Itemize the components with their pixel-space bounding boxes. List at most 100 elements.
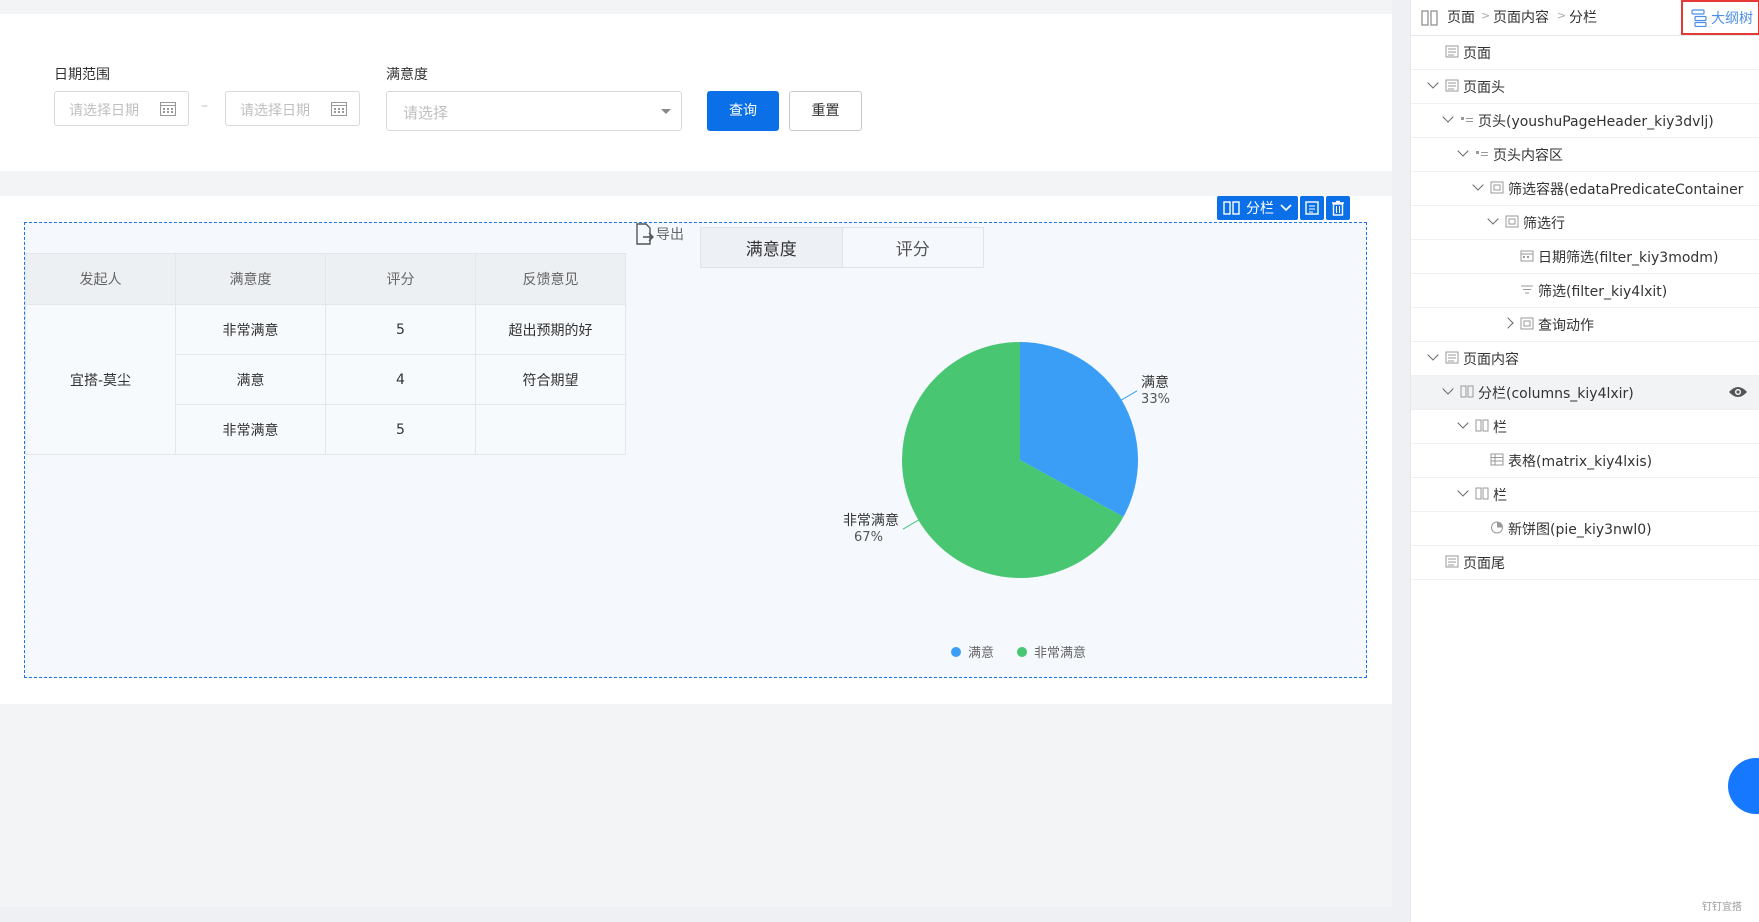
outline-panel: 页面 > 页面内容 > 分栏 大纲树 页面 页面头 页头(youshuPageHea… [1410, 0, 1759, 922]
chevron-down-icon[interactable] [1457, 485, 1469, 497]
reset-button[interactable]: 重置 [789, 91, 862, 131]
tab-satisfaction[interactable]: 满意度 [701, 228, 842, 267]
copy-button[interactable] [1300, 196, 1324, 220]
outline-node[interactable]: 页面 [1411, 36, 1759, 70]
pie-icon [1491, 521, 1503, 534]
columns-icon [1421, 10, 1438, 26]
trash-icon [1332, 200, 1344, 216]
legend-marker[interactable] [951, 647, 961, 657]
satisfaction-select[interactable]: 请选择 [386, 91, 682, 131]
container-icon [1505, 215, 1519, 228]
tab-score[interactable]: 评分 [841, 228, 984, 267]
outline-node[interactable]: 新饼图(pie_kiy3nwl0) [1411, 512, 1759, 546]
chevron-down-icon[interactable] [1427, 77, 1439, 89]
chevron-down-icon[interactable] [1457, 417, 1469, 429]
outline-node[interactable]: 筛选行 [1411, 206, 1759, 240]
outline-tree-button[interactable]: 大纲树 [1681, 0, 1759, 35]
outline-node-label: 分栏(columns_kiy4lxir) [1478, 386, 1634, 402]
legend-marker[interactable] [1017, 647, 1027, 657]
chevron-down-icon[interactable] [1442, 111, 1454, 123]
outline-node[interactable]: 筛选容器(edataPredicateContainer [1411, 172, 1759, 206]
outline-node[interactable]: 日期筛选(filter_kiy3modm) [1411, 240, 1759, 274]
watermark: 钉钉宜搭 [1702, 902, 1742, 913]
page-icon [1445, 555, 1459, 568]
chevron-down-icon[interactable] [1472, 179, 1484, 191]
outline-node-label: 页面头 [1463, 80, 1505, 96]
query-button[interactable]: 查询 [707, 91, 779, 131]
outline-node[interactable]: 查询动作 [1411, 308, 1759, 342]
columns-icon [1223, 201, 1240, 215]
matrix-table: 发起人 满意度 评分 反馈意见 宜搭-莫尘 非常满意 5 超出预期的好 满意 4… [25, 253, 626, 455]
table-header: 反馈意见 [475, 253, 626, 305]
table-header: 发起人 [25, 253, 176, 305]
chevron-down-icon[interactable] [1442, 383, 1454, 395]
outline-node-label: 日期筛选(filter_kiy3modm) [1538, 250, 1719, 266]
chevron-down-icon[interactable] [1487, 213, 1499, 225]
columns-toolbar-label: 分栏 [1246, 201, 1274, 217]
chart-tabs: 满意度 评分 [700, 227, 984, 268]
export-icon [636, 223, 654, 245]
delete-button[interactable] [1326, 196, 1350, 220]
table-cell [475, 404, 626, 455]
outline-node-label: 筛选行 [1523, 216, 1565, 232]
export-button[interactable]: 导出 [634, 223, 684, 245]
breadcrumb-item-page-content[interactable]: 页面内容 [1493, 7, 1549, 27]
outline-node-label: 表格(matrix_kiy4lxis) [1508, 454, 1653, 470]
start-date-input[interactable]: 请选择日期 [54, 91, 189, 126]
pie-percent-label: 33% [1141, 392, 1170, 407]
outline-node[interactable]: 页头(youshuPageHeader_kiy3dvlj) [1411, 104, 1759, 138]
pie-label: 满意 [1141, 374, 1169, 391]
outline-node[interactable]: 页面内容 [1411, 342, 1759, 376]
calendar-icon [160, 102, 176, 116]
table-cell: 非常满意 [175, 404, 326, 455]
outline-node[interactable]: 页头内容区 [1411, 138, 1759, 172]
caret-down-icon [661, 109, 671, 114]
eye-icon[interactable] [1728, 385, 1748, 399]
columns-selector-button[interactable]: 分栏 [1217, 196, 1298, 220]
breadcrumb-item-page[interactable]: 页面 [1447, 7, 1475, 27]
outline-node[interactable]: 栏 [1411, 410, 1759, 444]
outline-node[interactable]: 页面尾 [1411, 546, 1759, 580]
outline-node[interactable]: 表格(matrix_kiy4lxis) [1411, 444, 1759, 478]
table-cell: 符合期望 [475, 354, 626, 405]
table-header: 评分 [325, 253, 476, 305]
outline-node-label: 页面内容 [1463, 352, 1519, 368]
outline-node-label: 筛选容器(edataPredicateContainer [1508, 182, 1744, 198]
outline-node[interactable]: 筛选(filter_kiy4lxit) [1411, 274, 1759, 308]
columns-icon [1475, 487, 1489, 500]
export-label: 导出 [656, 227, 684, 243]
chevron-down-icon[interactable] [1457, 145, 1469, 157]
end-date-placeholder: 请选择日期 [240, 103, 310, 119]
breadcrumb-separator: > [1557, 9, 1567, 22]
outline-node[interactable]: 栏 [1411, 478, 1759, 512]
table-cell: 4 [325, 354, 476, 405]
table-cell: 5 [325, 304, 476, 355]
end-date-input[interactable]: 请选择日期 [225, 91, 360, 126]
table-row: 宜搭-莫尘 非常满意 5 超出预期的好 [25, 304, 626, 455]
outline-node[interactable]: 分栏(columns_kiy4lxir) [1411, 376, 1759, 410]
header-icon [1461, 117, 1473, 122]
breadcrumb-item-columns[interactable]: 分栏 [1569, 7, 1597, 27]
table-header: 满意度 [175, 253, 326, 305]
legend-label[interactable]: 非常满意 [1034, 645, 1086, 661]
outline-node-label: 页面 [1463, 46, 1491, 62]
chevron-down-icon[interactable] [1427, 349, 1439, 361]
satisfaction-label: 满意度 [386, 67, 428, 83]
table-cell: 非常满意 [175, 304, 326, 355]
chevron-right-icon[interactable] [1502, 317, 1514, 329]
date-range-label: 日期范围 [54, 67, 110, 83]
columns-icon [1460, 385, 1474, 398]
outline-node-label: 栏 [1493, 420, 1507, 436]
legend-label[interactable]: 满意 [968, 645, 994, 661]
container-icon [1490, 181, 1504, 194]
outline-node-label: 页头(youshuPageHeader_kiy3dvlj) [1478, 114, 1714, 130]
outline-node-label: 查询动作 [1538, 318, 1594, 334]
calendar-icon [331, 102, 347, 116]
filter-section: 日期范围 请选择日期 – 请选择日期 满意度 请选择 查询 重置 [0, 14, 1392, 171]
copy-icon [1305, 201, 1319, 215]
container-icon [1520, 317, 1534, 330]
design-canvas: 日期范围 请选择日期 – 请选择日期 满意度 请选择 查询 重置 分栏 发起人 … [0, 0, 1392, 907]
calendar-icon [1520, 250, 1534, 262]
outline-node[interactable]: 页面头 [1411, 70, 1759, 104]
outline-node-label: 新饼图(pie_kiy3nwl0) [1508, 522, 1652, 538]
